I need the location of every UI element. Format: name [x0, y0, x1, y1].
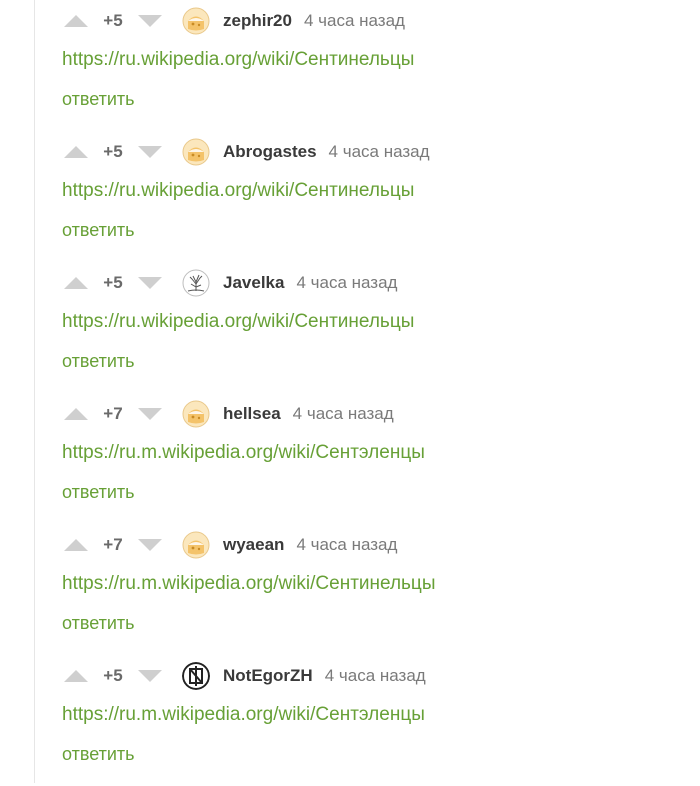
comment-rating: +5: [103, 142, 123, 161]
comment-link[interactable]: https://ru.wikipedia.org/wiki/Сентинельц…: [62, 180, 414, 202]
comment-rating: +7: [103, 535, 123, 554]
reply-link[interactable]: ответить: [62, 613, 135, 634]
default-avatar-icon[interactable]: [182, 531, 210, 559]
default-avatar-icon[interactable]: [182, 7, 210, 35]
comment-username[interactable]: Abrogastes: [223, 142, 317, 162]
comment-time: 4 часа назад: [324, 666, 426, 685]
comment-header: +5 Javelka 4 часа назад: [62, 267, 397, 299]
comment: +5 Javelka 4 часа назад https://ru.wikip…: [0, 262, 700, 393]
reply-link[interactable]: ответить: [62, 351, 135, 372]
comment-username[interactable]: hellsea: [223, 404, 281, 424]
upvote-button[interactable]: [62, 11, 90, 31]
upvote-arrow-icon: [64, 670, 88, 682]
comment: +5 Abrogastes 4 часа назад https://ru.wi…: [0, 131, 700, 262]
upvote-button[interactable]: [62, 666, 90, 686]
upvote-button[interactable]: [62, 273, 90, 293]
upvote-button[interactable]: [62, 535, 90, 555]
rammstein-avatar-icon[interactable]: [182, 662, 210, 690]
upvote-arrow-icon: [64, 146, 88, 158]
downvote-arrow-icon: [138, 146, 162, 158]
reply-link[interactable]: ответить: [62, 89, 135, 110]
comment-username[interactable]: wyaean: [223, 535, 284, 555]
comment-rating: +7: [103, 404, 123, 423]
comment-username[interactable]: zephir20: [223, 11, 292, 31]
default-avatar-icon[interactable]: [182, 400, 210, 428]
comment-rating: +5: [103, 273, 123, 292]
downvote-arrow-icon: [138, 277, 162, 289]
comment-username[interactable]: Javelka: [223, 273, 284, 293]
comment: +5 NotEgorZH 4 часа назад https://ru.m.w…: [0, 655, 700, 786]
comment-rating: +5: [103, 11, 123, 30]
comment-time: 4 часа назад: [303, 11, 405, 30]
downvote-button[interactable]: [136, 535, 164, 555]
downvote-button[interactable]: [136, 404, 164, 424]
comment-time: 4 часа назад: [296, 535, 398, 554]
downvote-button[interactable]: [136, 11, 164, 31]
downvote-arrow-icon: [138, 15, 162, 27]
upvote-button[interactable]: [62, 142, 90, 162]
tree-avatar-icon[interactable]: [182, 269, 210, 297]
downvote-arrow-icon: [138, 670, 162, 682]
upvote-arrow-icon: [64, 539, 88, 551]
comment-username[interactable]: NotEgorZH: [223, 666, 313, 686]
upvote-button[interactable]: [62, 404, 90, 424]
comment: +7 hellsea 4 часа назад https://ru.m.wik…: [0, 393, 700, 524]
comment-header: +7 hellsea 4 часа назад: [62, 398, 394, 430]
downvote-arrow-icon: [138, 539, 162, 551]
comment-link[interactable]: https://ru.m.wikipedia.org/wiki/Сентинел…: [62, 573, 435, 595]
comment-list: +5 zephir20 4 часа назад https://ru.wiki…: [0, 0, 700, 786]
comment-rating: +5: [103, 666, 123, 685]
comment-header: +7 wyaean 4 часа назад: [62, 529, 397, 561]
reply-link[interactable]: ответить: [62, 220, 135, 241]
downvote-button[interactable]: [136, 273, 164, 293]
comment-time: 4 часа назад: [328, 142, 430, 161]
upvote-arrow-icon: [64, 408, 88, 420]
comment: +7 wyaean 4 часа назад https://ru.m.wiki…: [0, 524, 700, 655]
comment-header: +5 NotEgorZH 4 часа назад: [62, 660, 426, 692]
comment-header: +5 Abrogastes 4 часа назад: [62, 136, 430, 168]
comment-header: +5 zephir20 4 часа назад: [62, 5, 405, 37]
upvote-arrow-icon: [64, 277, 88, 289]
comment-time: 4 часа назад: [296, 273, 398, 292]
comment: +5 zephir20 4 часа назад https://ru.wiki…: [0, 0, 700, 131]
comment-link[interactable]: https://ru.m.wikipedia.org/wiki/Сентэлен…: [62, 704, 425, 726]
comment-link[interactable]: https://ru.wikipedia.org/wiki/Сентинельц…: [62, 49, 414, 71]
reply-link[interactable]: ответить: [62, 482, 135, 503]
default-avatar-icon[interactable]: [182, 138, 210, 166]
downvote-button[interactable]: [136, 142, 164, 162]
comment-link[interactable]: https://ru.wikipedia.org/wiki/Сентинельц…: [62, 311, 414, 333]
reply-link[interactable]: ответить: [62, 744, 135, 765]
downvote-arrow-icon: [138, 408, 162, 420]
upvote-arrow-icon: [64, 15, 88, 27]
comment-link[interactable]: https://ru.m.wikipedia.org/wiki/Сентэлен…: [62, 442, 425, 464]
downvote-button[interactable]: [136, 666, 164, 686]
comment-time: 4 часа назад: [292, 404, 394, 423]
